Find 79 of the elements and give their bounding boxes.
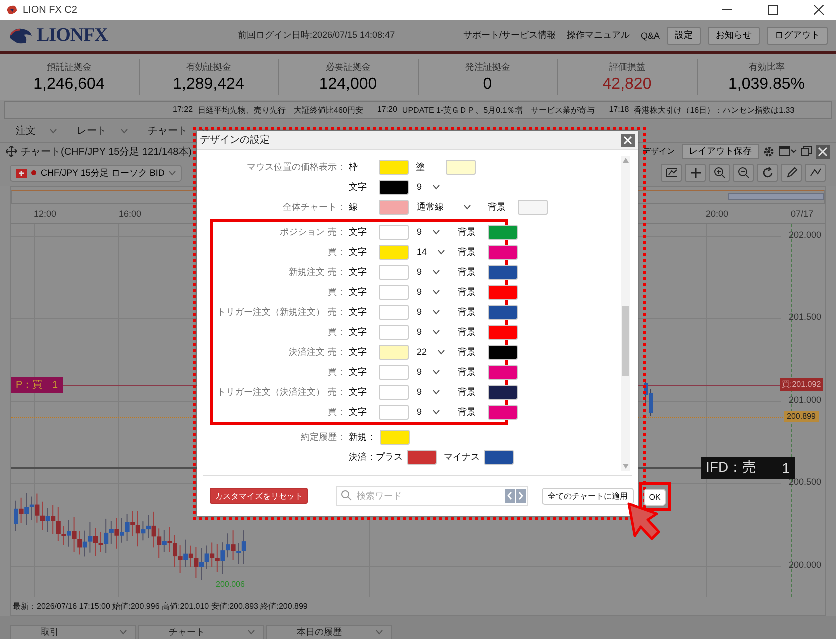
color-label: 新規： xyxy=(349,430,377,444)
side-label: 売： xyxy=(327,266,347,278)
side-label: 売： xyxy=(327,346,347,358)
side-label: 買： xyxy=(327,406,347,418)
news-time: 17:18 xyxy=(609,104,630,116)
color-label: 背景 xyxy=(458,266,477,278)
color-label: 文字 xyxy=(349,246,368,258)
news-time: 17:22 xyxy=(173,104,194,116)
price-label: 201.000 xyxy=(789,395,822,405)
color-label: 文字 xyxy=(349,346,368,358)
chart-status-text: 最新：2026/07/16 17:15:00 始値:200.996 高値:201.010 安値:200.893 終値:200.899 xyxy=(13,601,308,612)
side-label: 買： xyxy=(327,326,347,338)
side-label: 買： xyxy=(327,246,347,258)
color-label: 背景 xyxy=(458,366,477,378)
metric-value: 1,246,604 xyxy=(34,76,105,94)
color-label: 枠 xyxy=(349,160,359,174)
price-label: 200.006 xyxy=(216,580,245,589)
side-label: 売： xyxy=(327,386,347,398)
setting-label: トリガー注文（新規注文） xyxy=(216,306,325,318)
logo-text: LIONFX xyxy=(37,24,108,46)
metric-value: 124,000 xyxy=(319,76,378,94)
price-label: 201.500 xyxy=(789,312,822,322)
color-label: 背景 xyxy=(488,200,507,214)
setting-label: 約定履歴： xyxy=(300,430,347,444)
color-label: 文字 xyxy=(349,326,368,338)
metric-value: 1,039.85% xyxy=(728,76,805,94)
time-label: 12:00 xyxy=(34,209,57,219)
color-label: 決済：プラス xyxy=(349,450,404,464)
color-label: 文字 xyxy=(349,366,368,378)
color-label: 背景 xyxy=(458,406,477,418)
color-label: 背景 xyxy=(458,246,477,258)
price-tag: 200.899 xyxy=(784,411,819,422)
window-title: LION FX C2 xyxy=(23,4,78,16)
color-label: 文字 xyxy=(349,306,368,318)
price-label: 200.000 xyxy=(789,560,822,570)
price-label: 202.000 xyxy=(789,230,822,240)
color-label: 塗 xyxy=(416,160,426,174)
metric-label: 有効証拠金 xyxy=(186,60,232,74)
price-label: 200.500 xyxy=(789,477,822,487)
metric-label: 評価損益 xyxy=(609,60,646,74)
color-label: 文字 xyxy=(349,226,368,238)
color-label: 背景 xyxy=(458,286,477,298)
metric-label: 発注証拠金 xyxy=(465,60,510,74)
side-label: 買： xyxy=(327,366,347,378)
color-label: 背景 xyxy=(458,226,477,238)
metric-label: 必要証拠金 xyxy=(326,60,371,74)
time-label: 07/17 xyxy=(791,209,814,219)
side-label: 売： xyxy=(327,306,347,318)
setting-label: 決済注文 xyxy=(288,346,325,358)
color-label: 背景 xyxy=(458,306,477,318)
setting-label: トリガー注文（決済注文） xyxy=(216,386,325,398)
setting-label: 全体チャート： xyxy=(282,200,347,214)
color-label: マイナス xyxy=(444,450,481,464)
color-label: 文字 xyxy=(349,266,368,278)
setting-label: 新規注文 xyxy=(288,266,325,278)
chart-title: チャート(CHF/JPY 15分足 121/148本) xyxy=(21,146,192,158)
setting-label: ポジション xyxy=(279,226,325,238)
metric-value: 0 xyxy=(483,76,492,94)
color-label: 背景 xyxy=(458,386,477,398)
metric-value: 42,820 xyxy=(602,76,652,94)
setting-label: マウス位置の価格表示： xyxy=(246,160,347,174)
time-label: 20:00 xyxy=(706,209,729,219)
color-label: 文字 xyxy=(349,406,368,418)
color-label: 背景 xyxy=(458,326,477,338)
last-login-text: 前回ログイン日時:2026/07/15 14:08:47 xyxy=(238,29,396,42)
metric-label: 有効比率 xyxy=(748,60,785,74)
color-label: 文字 xyxy=(349,386,368,398)
color-label: 線 xyxy=(349,200,359,214)
color-label: 文字 xyxy=(349,286,368,298)
color-label: 背景 xyxy=(458,346,477,358)
price-tag: 買:201.092 xyxy=(780,378,824,391)
dialog-title: デザインの設定 xyxy=(200,134,270,147)
time-label: 16:00 xyxy=(119,209,142,219)
side-label: 売： xyxy=(327,226,347,238)
metric-label: 預託証拠金 xyxy=(46,60,92,74)
metric-value: 1,289,424 xyxy=(173,76,244,94)
news-time: 17:20 xyxy=(377,104,398,116)
side-label: 買： xyxy=(327,286,347,298)
color-label: 文字 xyxy=(349,180,368,194)
